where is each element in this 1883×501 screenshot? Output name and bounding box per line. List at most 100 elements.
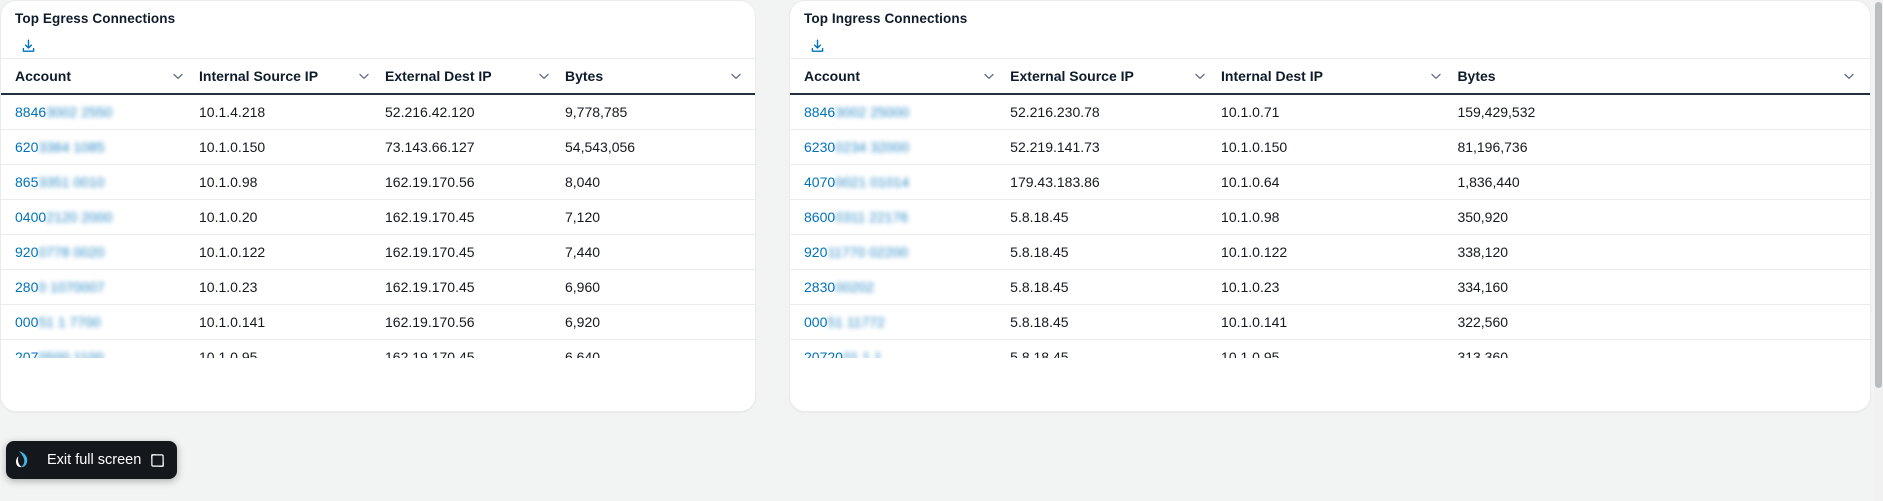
cell-internal-dest-ip[interactable]: 10.1.0.71 (1221, 94, 1458, 130)
cell-external-source-ip[interactable]: 5.8.18.45 (1010, 304, 1222, 340)
chevron-down-icon[interactable] (1842, 69, 1856, 83)
column-header-external-dest-ip[interactable]: External Dest IP (385, 58, 565, 95)
cell-account[interactable]: 88463002 2550 (1, 94, 199, 130)
cell-account[interactable]: 86000311 22176 (790, 199, 1011, 235)
column-header-account[interactable]: Account (790, 58, 1011, 95)
account-id-redacted[interactable]: 8653351 0010 (15, 175, 105, 189)
table-row[interactable]: 88463002 25000 52.216.230.78 10.1.0.71 159,… (790, 94, 1870, 130)
table-row[interactable]: 6203384 1085 10.1.0.150 73.143.66.127 54,54… (1, 129, 755, 165)
account-id-redacted[interactable]: 88463002 25000 (804, 105, 909, 119)
account-id-redacted[interactable]: 2070500 1100 (15, 350, 104, 358)
account-id-redacted[interactable]: 6203384 1085 (15, 140, 105, 154)
cell-external-dest-ip[interactable]: 162.19.170.56 (385, 304, 565, 340)
cell-account[interactable]: 6203384 1085 (1, 129, 199, 165)
account-id-redacted[interactable]: 9200778 0020 (15, 245, 105, 259)
cell-internal-source-ip[interactable]: 10.1.0.122 (199, 234, 385, 270)
cell-account[interactable]: 92011770 02200 (790, 234, 1011, 270)
cell-external-dest-ip[interactable]: 52.216.42.120 (385, 94, 565, 130)
cell-external-source-ip[interactable]: 5.8.18.45 (1010, 269, 1222, 305)
exit-fullscreen-icon[interactable] (150, 453, 165, 468)
account-id-redacted[interactable]: 283000202 (804, 280, 874, 294)
cell-internal-dest-ip[interactable]: 10.1.0.64 (1221, 164, 1458, 200)
cell-account[interactable]: 283000202 (790, 269, 1011, 305)
account-id-redacted[interactable]: 2800 1070007 (15, 280, 105, 294)
cell-external-dest-ip[interactable]: 162.19.170.56 (385, 164, 565, 200)
download-icon[interactable] (15, 34, 41, 58)
cell-internal-dest-ip[interactable]: 10.1.0.98 (1221, 199, 1458, 235)
cell-internal-source-ip[interactable]: 10.1.0.95 (199, 339, 385, 358)
account-id-redacted[interactable]: 88463002 2550 (15, 105, 112, 119)
cell-internal-dest-ip[interactable]: 10.1.0.23 (1221, 269, 1458, 305)
chevron-down-icon[interactable] (1429, 69, 1443, 83)
cell-external-source-ip[interactable]: 52.219.141.73 (1010, 129, 1222, 165)
cell-internal-dest-ip[interactable]: 10.1.0.95 (1221, 339, 1458, 358)
account-id-redacted[interactable]: 92011770 02200 (804, 245, 908, 259)
page-scrollbar[interactable] (1874, 0, 1883, 501)
cell-account[interactable]: 9200778 0020 (1, 234, 199, 270)
cell-account[interactable]: 8653351 0010 (1, 164, 199, 200)
cell-internal-source-ip[interactable]: 10.1.0.150 (199, 129, 385, 165)
account-id-redacted[interactable]: 62300234 32000 (804, 140, 909, 154)
account-id-redacted[interactable]: 40700021 01014 (804, 175, 909, 189)
cell-external-dest-ip[interactable]: 162.19.170.45 (385, 269, 565, 305)
cell-internal-source-ip[interactable]: 10.1.0.98 (199, 164, 385, 200)
table-row[interactable]: 62300234 32000 52.219.141.73 10.1.0.150 81,… (790, 129, 1870, 165)
account-id-redacted[interactable]: 86000311 22176 (804, 210, 908, 224)
cell-account[interactable]: 40700021 01014 (790, 164, 1011, 200)
table-row[interactable]: 00051 11772 5.8.18.45 10.1.0.141 322,560 (790, 304, 1870, 340)
column-header-account[interactable]: Account (1, 58, 199, 95)
cell-external-source-ip[interactable]: 52.216.230.78 (1010, 94, 1222, 130)
cell-account[interactable]: 04002120 2000 (1, 199, 199, 235)
cell-account[interactable]: 00051 1 7700 (1, 304, 199, 340)
table-row[interactable]: 2800 1070007 10.1.0.23 162.19.170.45 6,960 (1, 269, 755, 305)
cell-internal-dest-ip[interactable]: 10.1.0.122 (1221, 234, 1458, 270)
cell-external-dest-ip[interactable]: 162.19.170.45 (385, 199, 565, 235)
table-row[interactable]: 9200778 0020 10.1.0.122 162.19.170.45 7,440 (1, 234, 755, 270)
table-row[interactable]: 283000202 5.8.18.45 10.1.0.23 334,160 (790, 269, 1870, 305)
column-header-bytes[interactable]: Bytes (1457, 58, 1870, 95)
table-row[interactable]: 8653351 0010 10.1.0.98 162.19.170.56 8,040 (1, 164, 755, 200)
cell-external-dest-ip[interactable]: 162.19.170.45 (385, 339, 565, 358)
table-row[interactable]: 92011770 02200 5.8.18.45 10.1.0.122 338,120 (790, 234, 1870, 270)
chevron-down-icon[interactable] (729, 69, 743, 83)
cell-account[interactable]: 2800 1070007 (1, 269, 199, 305)
cell-external-source-ip[interactable]: 179.43.183.86 (1010, 164, 1222, 200)
cell-external-source-ip[interactable]: 5.8.18.45 (1010, 199, 1222, 235)
account-id-redacted[interactable]: 00051 11772 (804, 315, 885, 329)
table-row[interactable]: 00051 1 7700 10.1.0.141 162.19.170.56 6,920 (1, 304, 755, 340)
chevron-down-icon[interactable] (171, 69, 185, 83)
column-header-bytes[interactable]: Bytes (565, 58, 755, 95)
table-row[interactable]: 04002120 2000 10.1.0.20 162.19.170.45 7,120 (1, 199, 755, 235)
chevron-down-icon[interactable] (1193, 69, 1207, 83)
chevron-down-icon[interactable] (357, 69, 371, 83)
download-icon[interactable] (804, 34, 830, 58)
account-id-redacted[interactable]: 00051 1 7700 (15, 315, 101, 329)
exit-fullscreen-badge[interactable]: Exit full screen (6, 441, 178, 479)
cell-internal-source-ip[interactable]: 10.1.4.218 (199, 94, 385, 130)
column-header-internal-source-ip[interactable]: Internal Source IP (199, 58, 385, 95)
cell-account[interactable]: 2070500 1100 (1, 339, 199, 358)
column-header-internal-dest-ip[interactable]: Internal Dest IP (1221, 58, 1458, 95)
chevron-down-icon[interactable] (982, 69, 996, 83)
column-header-external-source-ip[interactable]: External Source IP (1010, 58, 1222, 95)
cell-internal-source-ip[interactable]: 10.1.0.23 (199, 269, 385, 305)
cell-account[interactable]: 00051 11772 (790, 304, 1011, 340)
account-id-redacted[interactable]: 04002120 2000 (15, 210, 112, 224)
cell-internal-source-ip[interactable]: 10.1.0.20 (199, 199, 385, 235)
scrollbar-thumb[interactable] (1875, 2, 1882, 388)
table-row[interactable]: 2072001 1 1 5.8.18.45 10.1.0.95 313,360 (790, 339, 1870, 358)
cell-account[interactable]: 2072001 1 1 (790, 339, 1011, 358)
cell-account[interactable]: 62300234 32000 (790, 129, 1011, 165)
cell-internal-dest-ip[interactable]: 10.1.0.141 (1221, 304, 1458, 340)
table-row[interactable]: 86000311 22176 5.8.18.45 10.1.0.98 350,920 (790, 199, 1870, 235)
cell-external-dest-ip[interactable]: 73.143.66.127 (385, 129, 565, 165)
account-id-redacted[interactable]: 2072001 1 1 (804, 350, 882, 358)
table-row[interactable]: 88463002 2550 10.1.4.218 52.216.42.120 9,77… (1, 94, 755, 130)
cell-external-source-ip[interactable]: 5.8.18.45 (1010, 339, 1222, 358)
table-row[interactable]: 2070500 1100 10.1.0.95 162.19.170.45 6,640 (1, 339, 755, 358)
cell-account[interactable]: 88463002 25000 (790, 94, 1011, 130)
chevron-down-icon[interactable] (537, 69, 551, 83)
cell-internal-dest-ip[interactable]: 10.1.0.150 (1221, 129, 1458, 165)
cell-external-dest-ip[interactable]: 162.19.170.45 (385, 234, 565, 270)
cell-external-source-ip[interactable]: 5.8.18.45 (1010, 234, 1222, 270)
